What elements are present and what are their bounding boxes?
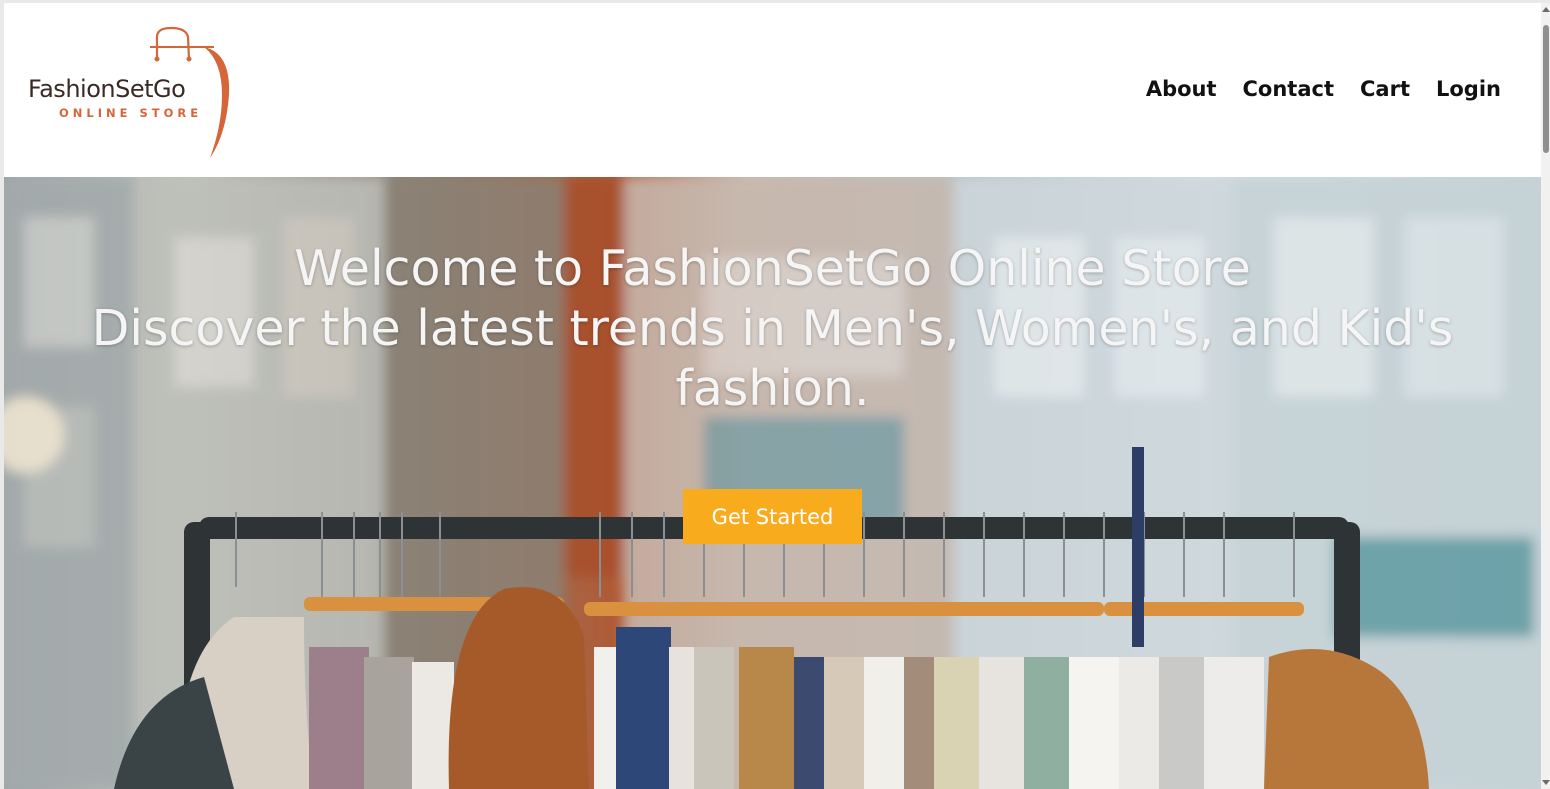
hero-subtitle: Discover the latest trends in Men's, Wom… [91, 300, 1454, 417]
brand-logo[interactable]: FashionSetGo ONLINE STORE [26, 25, 236, 160]
hero-heading: Welcome to FashionSetGo Online Store Dis… [4, 239, 1541, 419]
main-nav: About Contact Cart Login [1146, 77, 1501, 101]
nav-login-link[interactable]: Login [1436, 77, 1501, 101]
get-started-button[interactable]: Get Started [683, 489, 862, 544]
brand-name: FashionSetGo [28, 75, 186, 103]
nav-cart-link[interactable]: Cart [1360, 77, 1410, 101]
site-header: FashionSetGo ONLINE STORE About Contact … [4, 3, 1541, 177]
scroll-up-arrow-icon[interactable] [1542, 7, 1550, 12]
nav-about-link[interactable]: About [1146, 77, 1217, 101]
scroll-down-arrow-icon[interactable] [1542, 780, 1550, 785]
brand-tagline: ONLINE STORE [59, 106, 203, 120]
nav-contact-link[interactable]: Contact [1243, 77, 1335, 101]
hero-section: Welcome to FashionSetGo Online Store Dis… [4, 177, 1541, 789]
page-scrollbar[interactable] [1541, 3, 1550, 789]
browser-viewport: FashionSetGo ONLINE STORE About Contact … [4, 3, 1541, 789]
scrollbar-thumb[interactable] [1543, 25, 1549, 153]
hero-title: Welcome to FashionSetGo Online Store [294, 240, 1251, 297]
